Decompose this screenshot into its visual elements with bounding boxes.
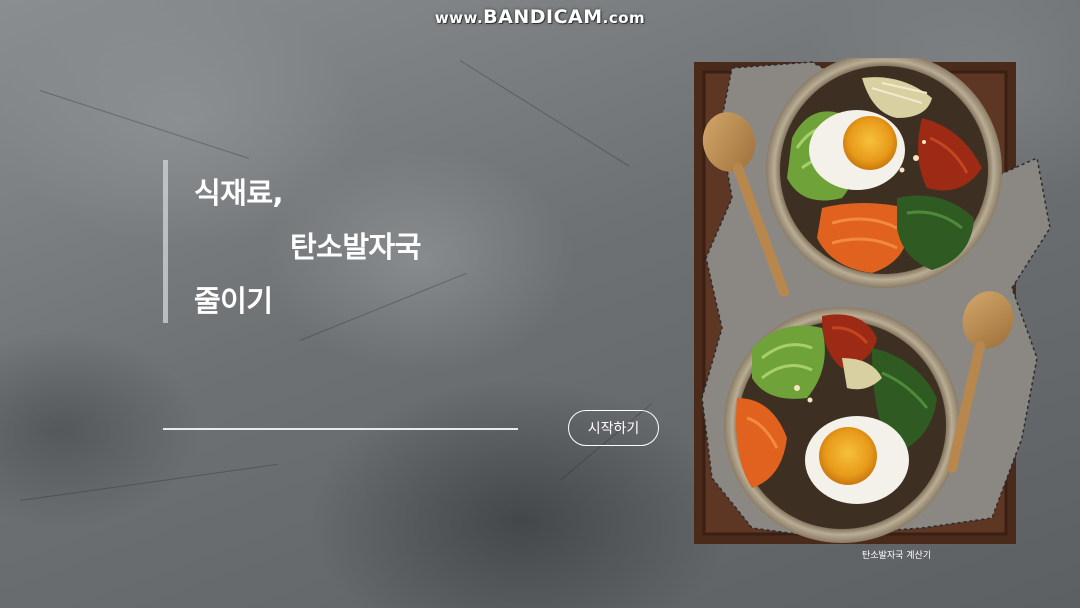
hero-title-line-1: 식재료,	[194, 176, 284, 210]
hero-title-line-3: 줄이기	[194, 284, 273, 318]
recording-watermark: www.BANDICAM.com	[0, 6, 1080, 28]
bibimbap-photo	[694, 58, 1051, 544]
watermark-brand: BANDICAM	[483, 6, 603, 28]
photo-caption: 탄소발자국 계산기	[862, 551, 932, 561]
watermark-prefix: www.	[434, 9, 484, 27]
hero-title-line-2: 탄소발자국	[290, 230, 421, 264]
watermark-suffix: .com	[602, 9, 646, 27]
start-button[interactable]: 시작하기	[568, 410, 659, 446]
hero-title: 식재료, 탄소발자국 줄이기	[163, 160, 421, 323]
hero-divider	[163, 428, 518, 430]
